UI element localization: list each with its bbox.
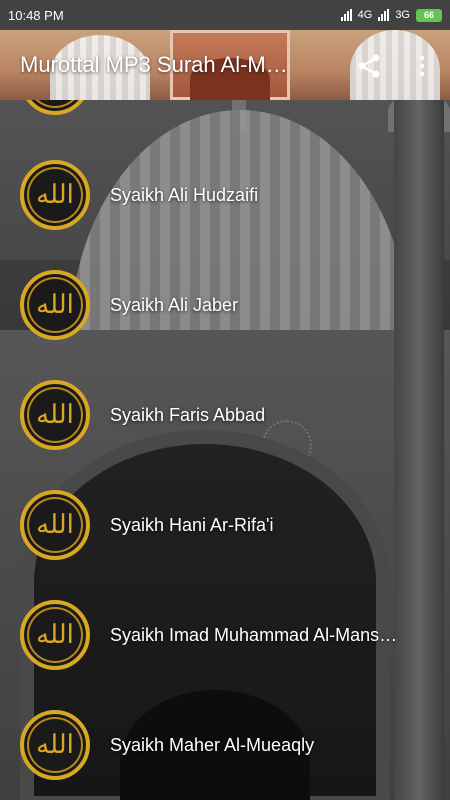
signal-icon [340,9,352,21]
app-toolbar: Murottal MP3 Surah Al-M… [0,30,450,100]
list-item-label: Syaikh Imad Muhammad Al-Mans… [110,624,398,645]
allahu-akbar-icon: الله [20,380,90,450]
allahu-akbar-icon: الله [20,270,90,340]
share-icon [358,54,380,78]
share-button[interactable] [355,52,383,80]
allahu-akbar-icon: الله [20,710,90,780]
status-bar: 10:48 PM 4G 3G 66 [0,0,450,30]
more-options-button[interactable] [412,52,432,80]
list-item-label: Syaikh Ali Jaber [110,294,239,315]
reciter-list[interactable]: الله الله Syaikh Ali Hudzaifi الله Syaik… [0,100,450,800]
list-item-label: Syaikh Maher Al-Mueaqly [110,734,315,755]
list-item-label: Syaikh Ali Hudzaifi [110,184,259,205]
allahu-akbar-icon: الله [20,600,90,670]
list-item[interactable]: الله Syaikh Imad Muhammad Al-Mans… [0,580,450,690]
battery-icon: 66 [416,8,442,22]
toolbar-title: Murottal MP3 Surah Al-M… [20,52,288,77]
status-icons: 4G 3G 66 [340,8,442,22]
network-type-2: 3G [395,9,410,21]
list-item[interactable]: الله Syaikh Ali Jaber [0,250,450,360]
status-time: 10:48 PM [8,7,64,23]
allahu-akbar-icon: الله [20,490,90,560]
list-item[interactable]: الله Syaikh Faris Abbad [0,360,450,470]
list-item-label: Syaikh Faris Abbad [110,404,266,425]
list-item[interactable]: الله Syaikh Ali Hudzaifi [0,140,450,250]
list-item[interactable]: الله Syaikh Hani Ar-Rifa'i [0,470,450,580]
list-item-label: Syaikh Hani Ar-Rifa'i [110,514,274,535]
network-type-1: 4G [357,9,373,21]
list-item[interactable]: الله [0,100,450,135]
more-vert-icon [420,56,424,60]
allahu-akbar-icon: الله [20,100,90,115]
allahu-akbar-icon: الله [20,160,90,230]
signal-icon-2 [378,9,390,21]
list-item[interactable]: الله Syaikh Maher Al-Mueaqly [0,690,450,800]
